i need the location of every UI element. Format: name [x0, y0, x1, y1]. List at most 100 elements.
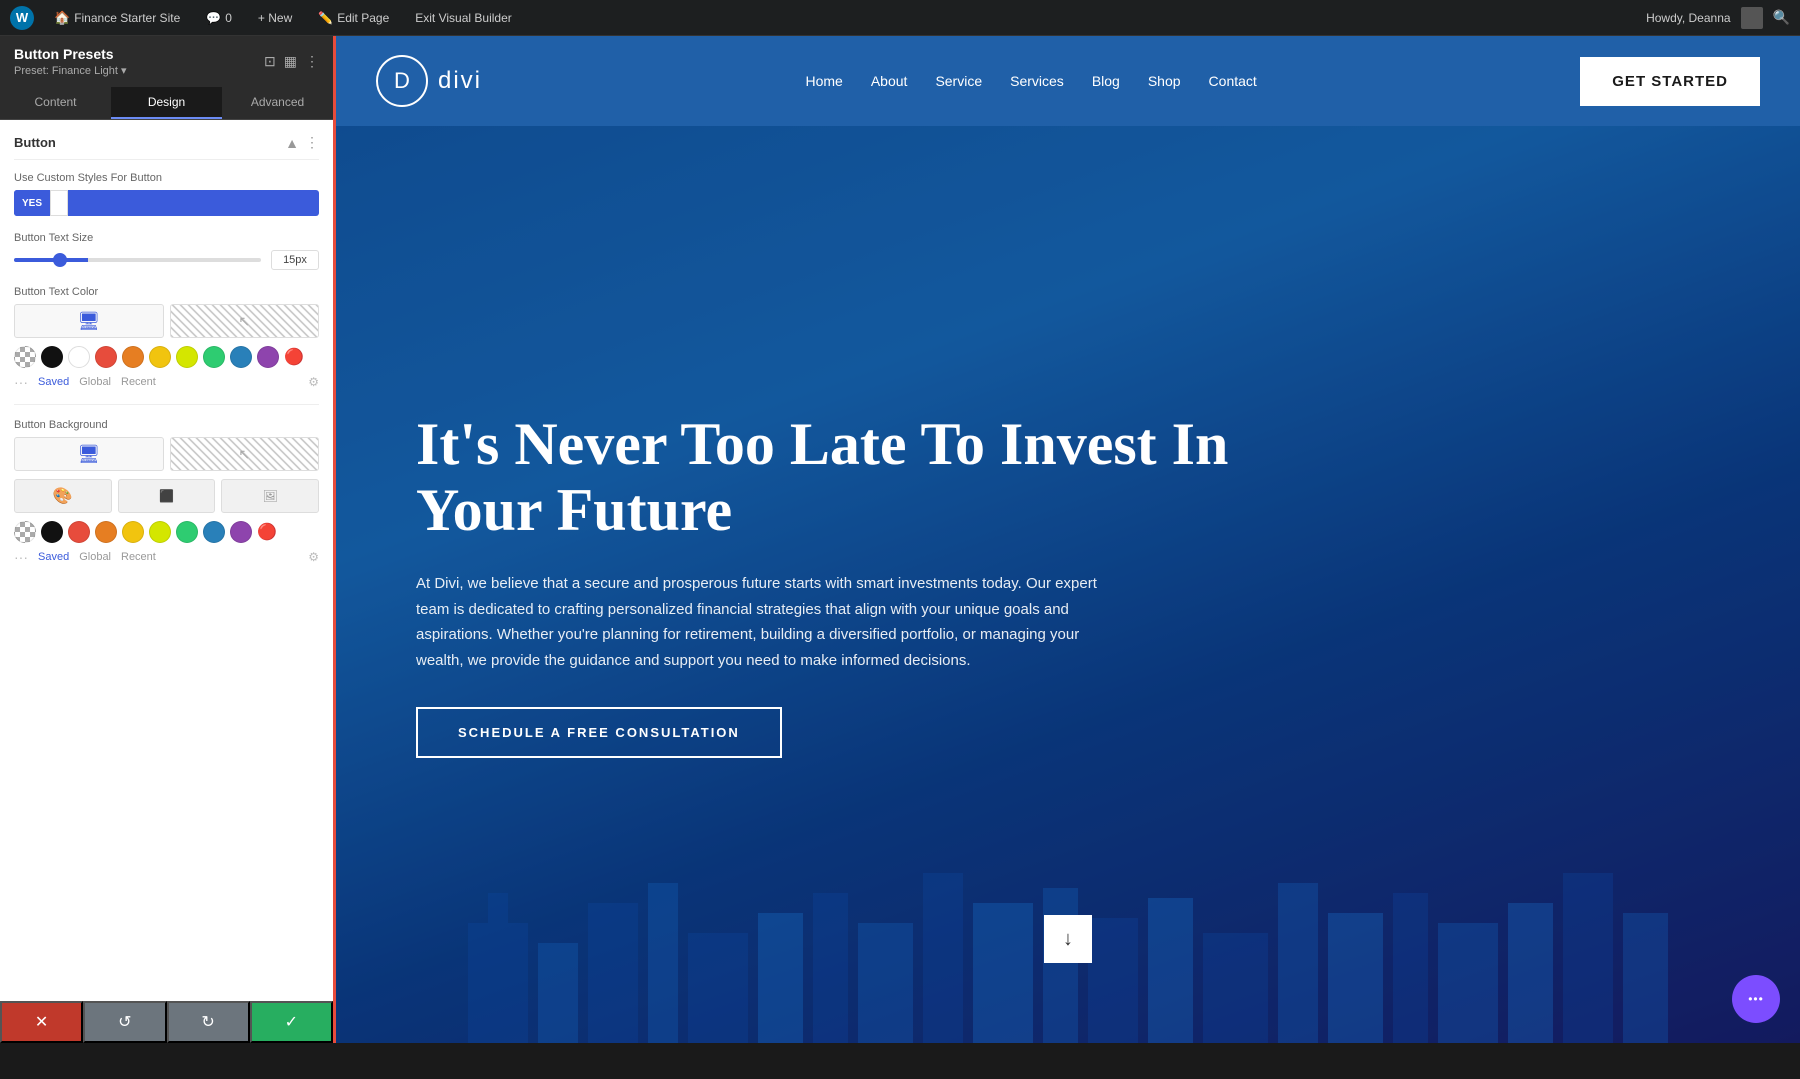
swatch-green[interactable] [203, 346, 225, 368]
swatch-blue[interactable] [230, 346, 252, 368]
admin-bar-comments[interactable]: 💬 0 [200, 7, 238, 29]
swatch-blue-bottom[interactable] [203, 521, 225, 543]
site-icon: 🏠 [54, 10, 70, 26]
text-size-value[interactable] [271, 250, 319, 270]
custom-styles-toggle[interactable]: YES [14, 190, 319, 216]
admin-bar-site-name[interactable]: 🏠 Finance Starter Site [48, 6, 186, 30]
text-size-control: Button Text Size [14, 232, 319, 270]
panel-tabs: Content Design Advanced [0, 87, 333, 120]
color-transparent-preview-bg[interactable]: ↖ [170, 437, 320, 471]
panel-header: Button Presets Preset: Finance Light ▾ ⊡… [0, 36, 333, 87]
color-gear-icon-bottom[interactable]: ⚙ [308, 550, 319, 564]
swatch-yellow-bottom[interactable] [122, 521, 144, 543]
tab-design[interactable]: Design [111, 87, 222, 119]
toggle-label: Use Custom Styles For Button [14, 172, 319, 184]
hero-title: It's Never Too Late To Invest In Your Fu… [416, 411, 1236, 543]
undo-button[interactable]: ↺ [83, 1001, 166, 1043]
panel-menu-icon[interactable]: ⋮ [305, 53, 319, 70]
panel-subtitle: Preset: Finance Light ▾ [14, 64, 127, 77]
search-icon[interactable]: 🔍 [1773, 9, 1790, 26]
hero-description: At Divi, we believe that a secure and pr… [416, 571, 1116, 673]
swatch-yellow-green-bottom[interactable] [149, 521, 171, 543]
toggle-control: Use Custom Styles For Button YES [14, 172, 319, 216]
global-tab[interactable]: Global [79, 376, 111, 388]
nav-contact[interactable]: Contact [1209, 73, 1257, 89]
panel-title: Button Presets [14, 46, 127, 62]
saved-tab[interactable]: Saved [38, 376, 69, 388]
swatch-yellow-green[interactable] [176, 346, 198, 368]
panel-header-icons: ⊡ ▦ ⋮ [264, 53, 319, 70]
site-content: D divi Home About Service Services Blo [336, 36, 1800, 1043]
solid-color-btn[interactable]: 🎨 [14, 479, 112, 513]
site-cta-button[interactable]: GET STARTED [1580, 57, 1760, 106]
panel-columns-icon[interactable]: ▦ [284, 53, 297, 70]
swatch-orange[interactable] [122, 346, 144, 368]
swatch-white[interactable] [68, 346, 90, 368]
swatch-orange-bottom[interactable] [95, 521, 117, 543]
tab-content[interactable]: Content [0, 87, 111, 119]
text-size-slider[interactable] [14, 258, 261, 262]
dots-icon-top[interactable]: ··· [14, 374, 28, 390]
tab-advanced[interactable]: Advanced [222, 87, 333, 119]
color-tabs: ··· Saved Global Recent ⚙ [14, 374, 319, 390]
swatch-purple-bottom[interactable] [230, 521, 252, 543]
swatch-red-bottom[interactable] [68, 521, 90, 543]
color-swatches-top: 🔴 [14, 346, 319, 368]
hero-content: It's Never Too Late To Invest In Your Fu… [416, 411, 1236, 758]
logo-circle: D [376, 55, 428, 107]
eyedropper-btn-bottom[interactable]: 🔴 [257, 522, 277, 542]
dots-icon-bottom[interactable]: ··· [14, 549, 28, 565]
scroll-arrow[interactable]: ↓ [1044, 915, 1092, 963]
button-text-color-section: Button Text Color 🖥 ↖ [14, 286, 319, 390]
hero-cta-button[interactable]: SCHEDULE A FREE CONSULTATION [416, 707, 782, 758]
section-header-icons: ▲ ⋮ [285, 134, 319, 151]
comments-icon: 💬 [206, 11, 221, 25]
floating-action-button[interactable]: ••• [1732, 975, 1780, 1023]
save-button[interactable]: ✓ [250, 1001, 333, 1043]
site-logo: D divi [376, 55, 482, 107]
swatch-yellow[interactable] [149, 346, 171, 368]
saved-tab-bottom[interactable]: Saved [38, 551, 69, 563]
swatch-green-bottom[interactable] [176, 521, 198, 543]
swatch-purple[interactable] [257, 346, 279, 368]
color-preview-row: 🖥 ↖ [14, 304, 319, 338]
wp-icon-letter: W [16, 10, 28, 25]
wp-icon[interactable]: W [10, 6, 34, 30]
nav-about[interactable]: About [871, 73, 908, 89]
nav-services[interactable]: Services [1010, 73, 1064, 89]
edit-icon: ✏️ [318, 11, 333, 25]
admin-bar-edit-page[interactable]: ✏️ Edit Page [312, 7, 395, 29]
site-nav: D divi Home About Service Services Blo [336, 36, 1800, 126]
nav-shop[interactable]: Shop [1148, 73, 1181, 89]
swatch-black-bottom[interactable] [41, 521, 63, 543]
color-transparent-preview[interactable]: ↖ [170, 304, 320, 338]
nav-blog[interactable]: Blog [1092, 73, 1120, 89]
color-monitor-preview[interactable]: 🖥 [14, 304, 164, 338]
swatch-red[interactable] [95, 346, 117, 368]
panel-maximize-icon[interactable]: ⊡ [264, 53, 276, 70]
swatch-checker[interactable] [14, 346, 36, 368]
recent-tab-bottom[interactable]: Recent [121, 551, 156, 563]
swatch-checker-bottom[interactable] [14, 521, 36, 543]
collapse-icon[interactable]: ▲ [285, 135, 299, 151]
admin-bar-exit-builder[interactable]: Exit Visual Builder [409, 7, 518, 29]
color-gear-icon-top[interactable]: ⚙ [308, 375, 319, 389]
bg-image-controls: 🎨 ⬛ 🖼 [14, 479, 319, 513]
gradient-btn[interactable]: ⬛ [118, 479, 216, 513]
color-monitor-preview-bg[interactable]: 🖥 [14, 437, 164, 471]
nav-home[interactable]: Home [805, 73, 842, 89]
monitor-icon-bg: 🖥 [77, 444, 100, 465]
eyedropper-btn[interactable]: 🔴 [284, 347, 304, 367]
nav-service[interactable]: Service [935, 73, 982, 89]
cancel-button[interactable]: ✕ [0, 1001, 83, 1043]
image-btn[interactable]: 🖼 [221, 479, 319, 513]
button-bg-label: Button Background [14, 419, 319, 431]
global-tab-bottom[interactable]: Global [79, 551, 111, 563]
redo-button[interactable]: ↻ [167, 1001, 250, 1043]
toggle-yes: YES [14, 190, 50, 216]
section-menu-icon[interactable]: ⋮ [305, 134, 319, 151]
swatch-black[interactable] [41, 346, 63, 368]
admin-bar-new[interactable]: + New [252, 7, 298, 29]
recent-tab[interactable]: Recent [121, 376, 156, 388]
user-avatar [1741, 7, 1763, 29]
